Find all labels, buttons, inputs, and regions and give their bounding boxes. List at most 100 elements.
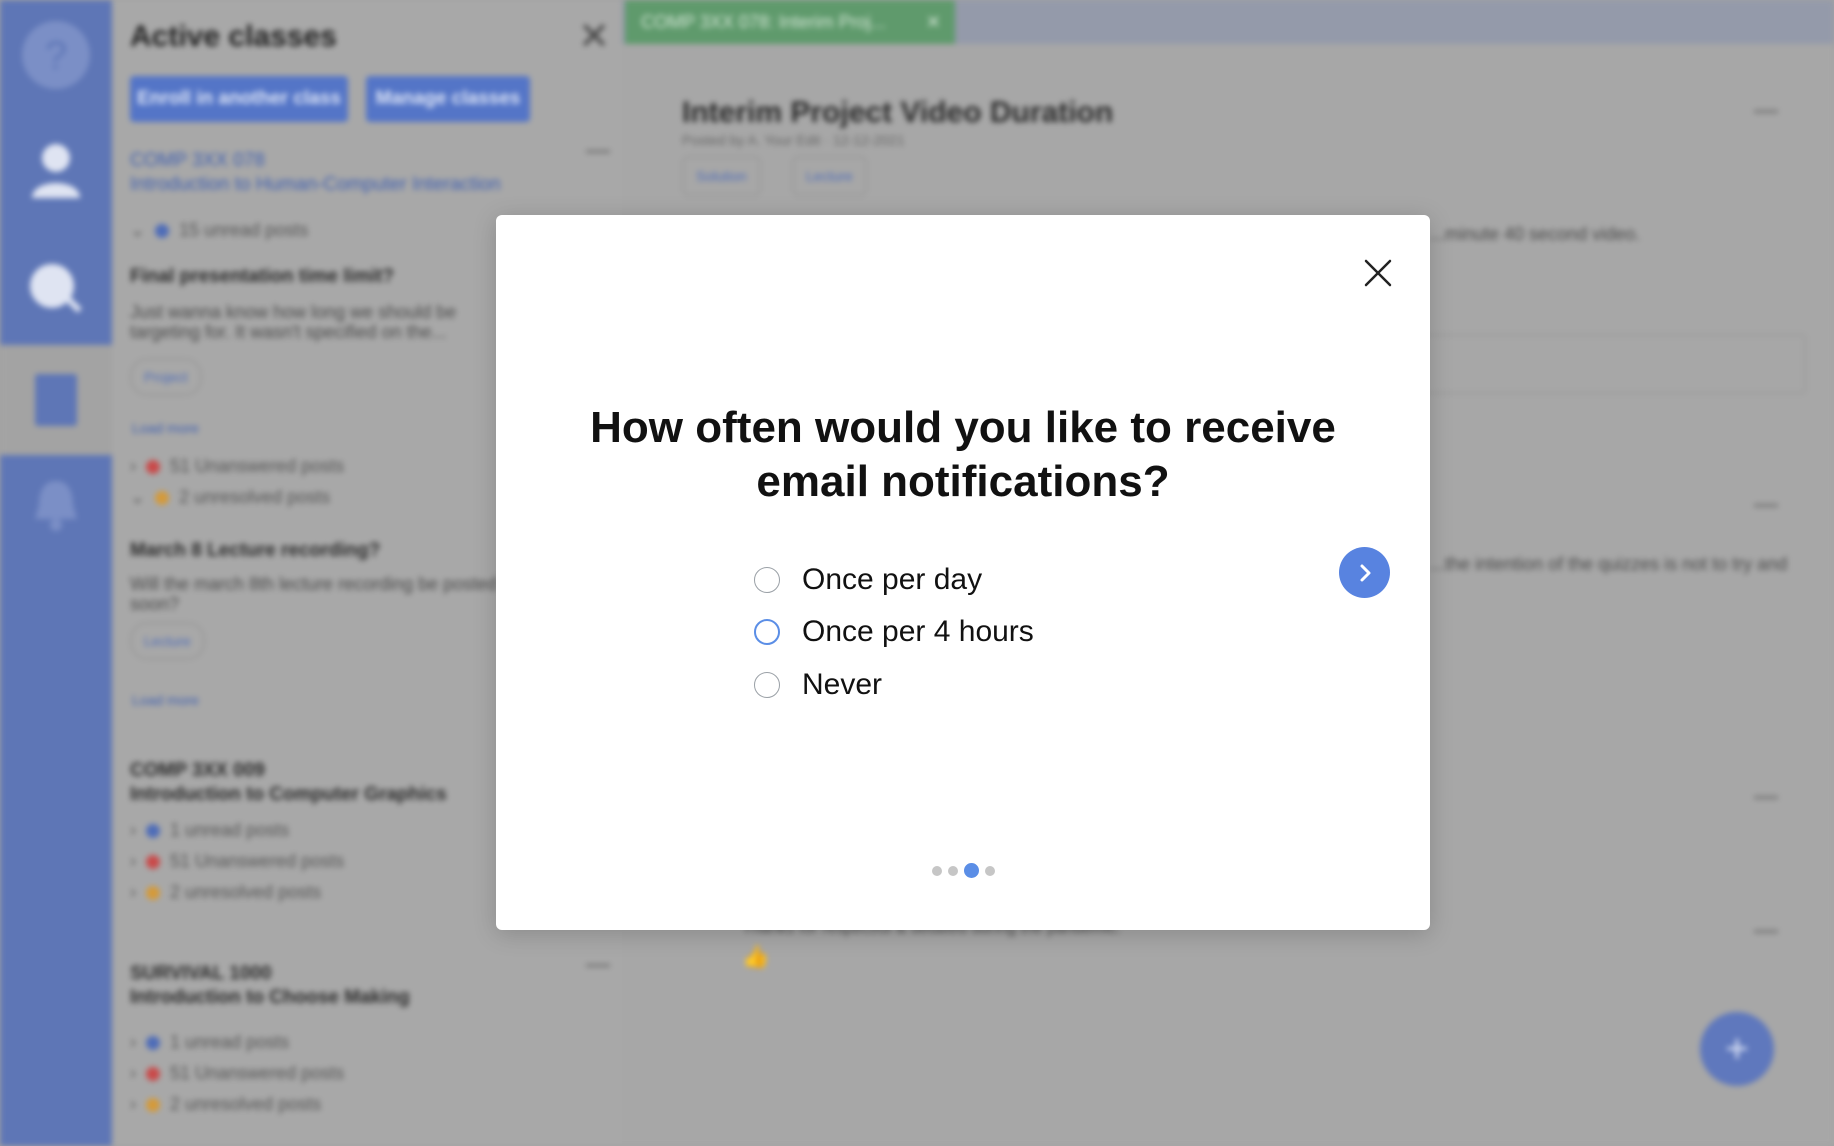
unanswered-dot bbox=[146, 1066, 160, 1081]
stat-row[interactable]: ⌄ 15 unread posts bbox=[130, 220, 308, 241]
radio-button[interactable] bbox=[754, 619, 780, 645]
stat-label: 2 unresolved posts bbox=[170, 882, 322, 902]
step-dot-active bbox=[963, 863, 979, 878]
stat-row[interactable]: › 51 Unanswered posts bbox=[130, 456, 344, 477]
chevron-right-icon bbox=[1360, 564, 1370, 581]
option-label: Never bbox=[802, 668, 883, 701]
svg-text:?: ? bbox=[45, 34, 67, 78]
more-icon[interactable] bbox=[1754, 504, 1778, 507]
post-body: Just wanna know how long we should be ta… bbox=[130, 302, 457, 342]
option-once-per-day[interactable]: Once per day bbox=[754, 560, 982, 600]
class-name[interactable]: Introduction to Choose Making bbox=[130, 987, 410, 1009]
step-indicator bbox=[496, 863, 1430, 878]
notification-preference-modal: How often would you like to receive emai… bbox=[496, 215, 1430, 930]
option-never[interactable]: Never bbox=[754, 665, 882, 705]
stat-row[interactable]: › 1 unread posts bbox=[130, 1032, 289, 1053]
unresolved-dot bbox=[146, 1097, 160, 1112]
help-icon: ? bbox=[22, 21, 90, 89]
tag-chip[interactable]: Project bbox=[130, 358, 202, 396]
tag-chip[interactable]: Solution bbox=[682, 156, 761, 196]
more-icon[interactable] bbox=[1754, 110, 1778, 113]
help-nav[interactable]: ? bbox=[0, 0, 112, 110]
more-icon[interactable] bbox=[1754, 930, 1778, 933]
chevron-right-icon: › bbox=[130, 820, 136, 840]
sidebar-title: Active classes bbox=[130, 20, 337, 53]
stat-label: 51 Unanswered posts bbox=[170, 456, 345, 476]
chevron-down-icon: ⌄ bbox=[130, 220, 146, 240]
user-icon bbox=[32, 144, 80, 198]
notifications-nav[interactable] bbox=[0, 450, 112, 560]
stat-label: 1 unread posts bbox=[170, 820, 290, 840]
tag-chip[interactable]: Lecture bbox=[792, 156, 867, 196]
unread-dot bbox=[146, 823, 160, 838]
more-icon[interactable] bbox=[586, 150, 610, 153]
search-nav[interactable] bbox=[0, 235, 112, 345]
class-code[interactable]: SURVIVAL 1000 bbox=[130, 963, 272, 985]
close-icon bbox=[1364, 259, 1392, 287]
icon-bar: ? bbox=[0, 0, 112, 1146]
load-more-link[interactable]: Load more bbox=[132, 692, 199, 708]
post-title[interactable]: March 8 Lecture recording? bbox=[130, 540, 380, 562]
stat-label: 2 unresolved posts bbox=[170, 1094, 322, 1114]
step-dot bbox=[931, 865, 942, 876]
unanswered-dot bbox=[146, 459, 160, 474]
tag-chip[interactable]: Lecture bbox=[130, 622, 205, 660]
stat-label: 1 unread posts bbox=[170, 1032, 290, 1052]
stat-row[interactable]: › 51 Unanswered posts bbox=[130, 851, 344, 872]
post-meta: Posted by A. Your Edit · 12-12-2021 bbox=[682, 132, 905, 148]
search-icon bbox=[30, 264, 82, 313]
chevron-right-icon: › bbox=[130, 456, 136, 476]
stat-label: 2 unresolved posts bbox=[179, 487, 331, 507]
post-title: Interim Project Video Duration bbox=[682, 96, 1114, 129]
radio-button[interactable] bbox=[754, 672, 780, 698]
unresolved-dot bbox=[146, 885, 160, 900]
radio-button[interactable] bbox=[754, 567, 780, 593]
like-icon[interactable]: 👍 bbox=[742, 944, 769, 970]
manage-classes-button[interactable]: Manage classes bbox=[366, 76, 530, 122]
post-title[interactable]: Final presentation time limit? bbox=[130, 266, 394, 288]
chevron-right-icon: › bbox=[130, 1063, 136, 1083]
close-icon[interactable]: ✕ bbox=[926, 12, 941, 33]
chevron-right-icon: › bbox=[130, 1032, 136, 1052]
stat-row[interactable]: › 1 unread posts bbox=[130, 820, 289, 841]
post-text: ...minute 40 second video. bbox=[1430, 224, 1641, 244]
post-body: Will the march 8th lecture recording be … bbox=[130, 574, 498, 614]
class-code[interactable]: COMP 3XX 078 bbox=[130, 150, 265, 172]
unresolved-dot bbox=[155, 490, 170, 505]
chevron-right-icon: › bbox=[130, 851, 136, 871]
stat-row[interactable]: ⌄ 2 unresolved posts bbox=[130, 487, 330, 508]
more-icon[interactable] bbox=[586, 964, 610, 967]
class-name[interactable]: Introduction to Computer Graphics bbox=[130, 784, 447, 806]
enroll-button[interactable]: Enroll in another class bbox=[130, 76, 348, 122]
book-icon bbox=[35, 374, 77, 426]
close-icon[interactable]: ✕ bbox=[578, 14, 610, 59]
stat-label: 15 unread posts bbox=[179, 220, 309, 240]
tab-label: COMP 3XX 078: Interim Proj... bbox=[641, 11, 886, 32]
close-button[interactable] bbox=[1358, 253, 1398, 293]
step-dot bbox=[984, 865, 995, 876]
chevron-right-icon: › bbox=[130, 882, 136, 902]
more-icon[interactable] bbox=[1754, 796, 1778, 799]
stat-row[interactable]: › 2 unresolved posts bbox=[130, 882, 321, 903]
stat-row[interactable]: › 51 Unanswered posts bbox=[130, 1063, 344, 1084]
stat-label: 51 Unanswered posts bbox=[170, 851, 345, 871]
stat-label: 51 Unanswered posts bbox=[170, 1063, 345, 1083]
option-label: Once per day bbox=[802, 563, 983, 596]
classes-nav[interactable] bbox=[0, 345, 112, 455]
class-code[interactable]: COMP 3XX 009 bbox=[130, 760, 265, 782]
class-name[interactable]: Introduction to Human-Computer Interacti… bbox=[130, 174, 501, 196]
load-more-link[interactable]: Load more bbox=[132, 420, 199, 436]
post-text: ...the intention of the quizzes is not t… bbox=[1430, 554, 1788, 574]
unread-dot bbox=[146, 1035, 160, 1050]
tab-post[interactable]: COMP 3XX 078: Interim Proj... ✕ bbox=[625, 0, 955, 44]
bell-icon bbox=[35, 481, 77, 531]
chevron-down-icon: ⌄ bbox=[130, 487, 146, 507]
chevron-right-icon: › bbox=[130, 1094, 136, 1114]
step-dot bbox=[947, 865, 958, 876]
option-once-per-4-hours[interactable]: Once per 4 hours bbox=[754, 612, 1034, 652]
next-button[interactable] bbox=[1339, 547, 1390, 598]
new-post-button[interactable]: + bbox=[1700, 1012, 1774, 1086]
option-label: Once per 4 hours bbox=[802, 615, 1034, 648]
stat-row[interactable]: › 2 unresolved posts bbox=[130, 1094, 321, 1115]
profile-nav[interactable] bbox=[0, 115, 112, 225]
